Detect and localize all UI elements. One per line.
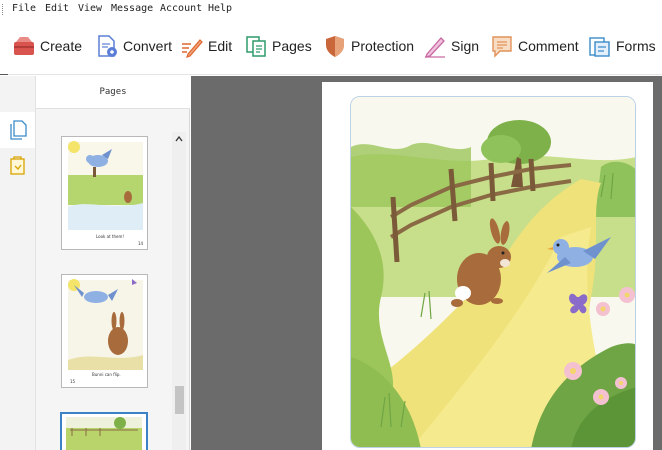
thumbnail-page-number: 14: [138, 241, 144, 246]
protection-button[interactable]: Protection: [323, 32, 414, 60]
thumbnail-page-number: 15: [70, 379, 76, 384]
edit-button[interactable]: Edit: [180, 32, 232, 60]
menu-message[interactable]: Message: [111, 3, 153, 14]
comment-icon: [492, 36, 512, 58]
document-page: [322, 82, 653, 450]
sign-icon: [425, 37, 445, 58]
menu-help[interactable]: Help: [208, 3, 232, 14]
create-label: Create: [40, 38, 83, 54]
scroll-up-button[interactable]: [172, 132, 186, 146]
pages-label: Pages: [272, 38, 312, 54]
thumbnail-illustration: [66, 417, 142, 450]
sign-button[interactable]: Sign: [423, 32, 479, 60]
thumbnail-caption: Look at them!: [96, 234, 124, 239]
comment-button[interactable]: Comment: [490, 32, 579, 60]
pages-panel-button[interactable]: [0, 112, 35, 148]
toolbar-divider: [0, 74, 8, 75]
document-viewer: [191, 76, 662, 450]
attachments-panel-button[interactable]: [0, 148, 35, 184]
sign-label: Sign: [451, 38, 480, 54]
edit-icon: [182, 39, 203, 58]
create-button[interactable]: Create: [12, 32, 82, 60]
illustration-bunny-and-bird: [351, 97, 635, 447]
pages-button[interactable]: Pages: [244, 32, 312, 60]
menu-file[interactable]: File: [12, 3, 36, 14]
attachments-icon: [9, 156, 25, 175]
thumbnails-scrollbar[interactable]: [172, 132, 186, 450]
shield-icon: [326, 36, 344, 57]
convert-label: Convert: [123, 38, 173, 54]
side-icon-strip: [0, 76, 36, 450]
pages-panel-icon: [9, 120, 27, 140]
convert-icon: [98, 35, 117, 57]
comment-label: Comment: [518, 38, 579, 54]
menu-edit[interactable]: Edit: [45, 3, 69, 14]
protection-label: Protection: [351, 38, 415, 54]
page-thumbnail-3[interactable]: [60, 412, 148, 450]
convert-button[interactable]: Convert: [95, 32, 172, 60]
pages-panel: Pages Look at them! 14 Bunni can flip. 1…: [36, 76, 190, 450]
page-illustration: [350, 96, 636, 448]
pages-icon: [246, 36, 266, 57]
forms-icon: [589, 37, 610, 57]
forms-label: Forms: [616, 38, 656, 54]
edit-label: Edit: [208, 38, 233, 54]
page-thumbnail-1[interactable]: Look at them! 14: [61, 136, 148, 250]
forms-button[interactable]: Forms: [588, 32, 656, 60]
create-icon: [14, 37, 34, 55]
page-thumbnail-2[interactable]: Bunni can flip. 15: [61, 274, 148, 388]
thumbnail-caption: Bunni can flip.: [92, 372, 121, 377]
menu-view[interactable]: View: [78, 3, 102, 14]
menu-bar: File Edit View Message Account Help: [0, 0, 662, 20]
menu-account[interactable]: Account: [160, 3, 202, 14]
main-toolbar: Create Convert Edit Pages Protection Sig…: [0, 20, 662, 75]
pages-panel-title: Pages: [36, 76, 190, 109]
menu-grip: [2, 4, 5, 15]
scrollbar-thumb[interactable]: [175, 386, 184, 414]
chevron-up-icon: [175, 136, 183, 142]
